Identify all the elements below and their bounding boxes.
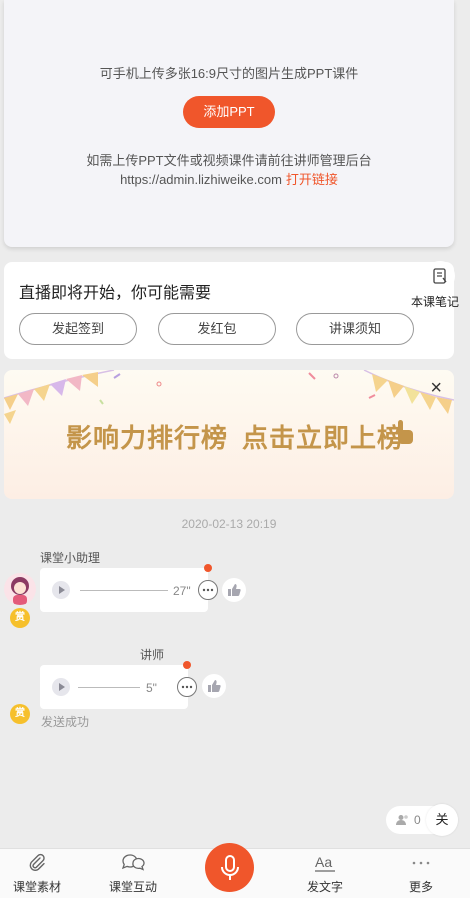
play-icon[interactable] [52,678,70,696]
voice-progress-track[interactable] [78,687,140,688]
like-button[interactable] [222,578,246,602]
banner-close-button[interactable]: × [430,378,442,398]
toolbar-interaction[interactable]: 课堂互动 [88,849,178,898]
toolbar-more[interactable]: 更多 [376,849,466,898]
course-notes-label[interactable]: 本课笔记 [411,293,459,310]
voice-duration: 27" [173,584,191,598]
paperclip-icon [29,853,45,871]
send-status: 发送成功 [41,715,90,729]
live-notice-card: 直播即将开始，你可能需要 发起签到 发红包 讲课须知 [4,262,454,359]
online-count-pill[interactable]: 0 关 [386,804,458,836]
toolbar-materials[interactable]: 课堂素材 [0,849,82,898]
more-dots-icon [202,588,214,592]
toolbar-text[interactable]: Aa 发文字 [280,849,370,898]
course-notes-button[interactable] [425,261,455,291]
voice-message-bubble[interactable]: 27" [40,568,208,612]
toolbar-materials-label: 课堂素材 [12,880,61,894]
thumbs-up-icon [228,584,241,596]
add-ppt-button[interactable]: 添加PPT [183,96,275,128]
voice-progress-track[interactable] [80,590,168,591]
reward-badge[interactable]: 赏 [10,704,30,724]
notice-title: 直播即将开始，你可能需要 [19,285,212,302]
lecture-notes-button[interactable]: 讲课须知 [296,313,414,345]
admin-url-line: https://admin.lizhiweike.com 打开链接 [4,169,454,188]
sign-in-button[interactable]: 发起签到 [19,313,137,345]
toolbar-more-label: 更多 [408,880,433,894]
play-icon[interactable] [52,581,70,599]
more-dots-icon [181,685,193,689]
open-link[interactable]: 打开链接 [286,172,338,187]
toolbar-interaction-label: 课堂互动 [108,880,157,894]
close-toggle-button[interactable]: 关 [426,804,458,836]
voice-message-bubble[interactable]: 5" [40,665,188,709]
pointing-hand-icon [398,420,413,444]
svg-text:Aa: Aa [315,854,332,870]
message-sender: 课堂小助理 [40,551,101,565]
reward-badge[interactable]: 赏 [10,608,30,628]
assistant-avatar-icon [11,577,29,605]
microphone-button[interactable] [205,843,254,892]
avatar[interactable] [4,573,36,605]
chat-bubbles-icon [121,854,145,871]
unread-dot [183,661,191,669]
upload-hint-text: 可手机上传多张16:9尺寸的图片生成PPT课件 [99,66,359,81]
notes-icon [433,268,447,284]
message-sender: 讲师 [140,648,165,662]
unread-dot [204,564,212,572]
leaderboard-banner[interactable]: 影响力排行榜 点击立即上榜 × [4,370,454,499]
like-button[interactable] [202,674,226,698]
more-icon [412,861,430,865]
voice-duration: 5" [146,681,157,695]
more-options-button[interactable] [198,580,218,600]
red-packet-button[interactable]: 发红包 [158,313,276,345]
online-count: 0 [414,813,421,827]
admin-url: https://admin.lizhiweike.com [120,172,282,187]
join-leaderboard-text: 点击立即上榜 [242,423,405,453]
more-options-button[interactable] [177,677,197,697]
microphone-icon [220,854,239,880]
text-format-icon: Aa [315,854,335,872]
ppt-upload-card: 可手机上传多张16:9尺寸的图片生成PPT课件 添加PPT 如需上传PPT文件或… [4,0,454,247]
message-timestamp: 2020-02-13 20:19 [181,517,277,531]
thumbs-up-icon [208,680,221,692]
leaderboard-text: 影响力排行榜 [66,423,229,453]
manage-hint-text: 如需上传PPT文件或视频课件请前往讲师管理后台 [86,153,372,168]
users-icon [396,815,408,825]
toolbar-text-label: 发文字 [306,880,343,894]
